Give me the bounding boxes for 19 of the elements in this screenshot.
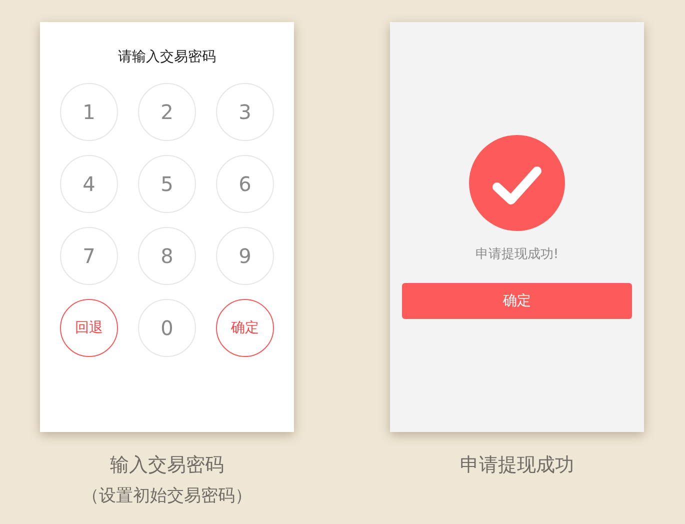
digit-key[interactable]: 5 (138, 155, 196, 213)
screen-caption: 输入交易密码 (110, 453, 224, 478)
digit-key[interactable]: 4 (60, 155, 118, 213)
digit-key[interactable]: 0 (138, 299, 196, 357)
confirm-button[interactable]: 确定 (402, 283, 632, 319)
success-message: 申请提现成功! (475, 246, 559, 263)
check-icon (469, 135, 565, 231)
screen-subcaption: （设置初始交易密码） (82, 485, 252, 507)
digit-key[interactable]: 1 (60, 83, 118, 141)
digit-key[interactable]: 6 (216, 155, 274, 213)
screen-caption: 申请提现成功 (460, 453, 574, 478)
action-key[interactable]: 确定 (216, 299, 274, 357)
action-key[interactable]: 回退 (60, 299, 118, 357)
digit-key[interactable]: 9 (216, 227, 274, 285)
digit-key[interactable]: 3 (216, 83, 274, 141)
digit-key[interactable]: 8 (138, 227, 196, 285)
digit-key[interactable]: 2 (138, 83, 196, 141)
screen-title: 请输入交易密码 (118, 48, 216, 66)
digit-key[interactable]: 7 (60, 227, 118, 285)
